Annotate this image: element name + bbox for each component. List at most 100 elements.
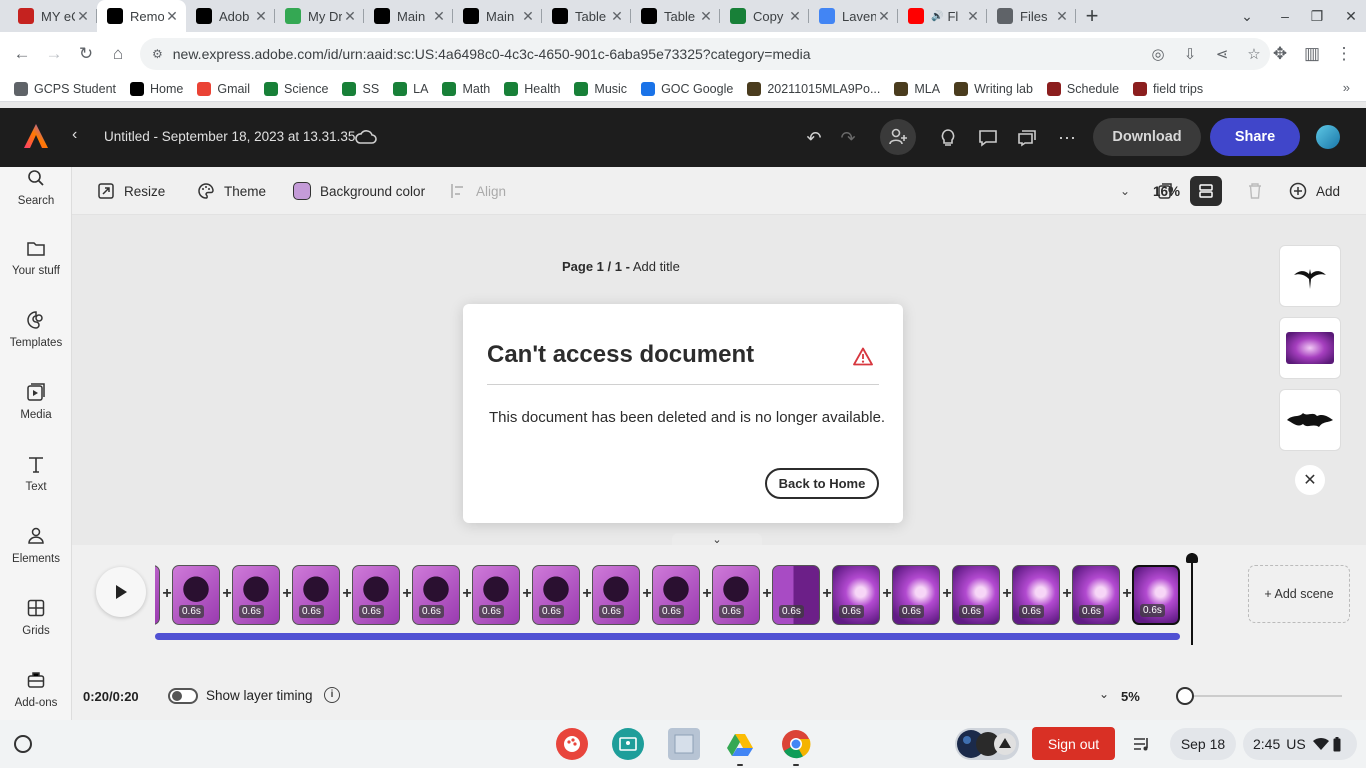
bookmark-item[interactable]: Gmail (197, 81, 250, 96)
browser-tab[interactable]: Remo ✕ (97, 0, 186, 32)
site-info-icon[interactable]: ⚙ (152, 47, 163, 61)
tab-close-icon[interactable]: ✕ (75, 8, 91, 25)
rail-item-elements[interactable]: Elements (0, 525, 72, 585)
close-panel-icon[interactable]: ✕ (1295, 465, 1325, 495)
home-icon[interactable]: ⌂ (102, 38, 134, 70)
present-icon[interactable] (1013, 124, 1041, 152)
browser-tab[interactable]: My Dr ✕ (275, 0, 364, 32)
tab-close-icon[interactable]: ✕ (787, 8, 803, 25)
media-controls-icon[interactable] (1130, 732, 1154, 756)
tab-close-icon[interactable]: ✕ (876, 8, 892, 25)
status-area[interactable]: 2:45 US (1243, 728, 1357, 760)
timeline-zoom-slider[interactable] (1186, 695, 1342, 697)
back-chevron-icon[interactable]: ‹ (72, 126, 77, 144)
lightbulb-icon[interactable] (934, 124, 962, 152)
rail-item-text[interactable]: Text (0, 453, 72, 513)
bookmark-item[interactable]: Home (130, 81, 183, 96)
tab-close-icon[interactable]: ✕ (164, 8, 180, 25)
audio-playing-icon[interactable]: 🔊 (931, 11, 943, 22)
scene-thumbnail[interactable]: 0.6s (1132, 565, 1180, 625)
scene-thumbnail[interactable]: 0.6s (155, 565, 160, 625)
date-display[interactable]: Sep 18 (1170, 728, 1236, 760)
browser-tab[interactable]: Laven ✕ (809, 0, 898, 32)
scene-thumbnail[interactable]: 0.6s (532, 565, 580, 625)
align-button[interactable]: Align (448, 181, 506, 201)
bookmark-item[interactable]: GOC Google (641, 81, 733, 96)
reload-icon[interactable]: ↻ (70, 38, 102, 70)
add-title-link[interactable]: Add title (633, 259, 680, 274)
rail-item-grids[interactable]: Grids (0, 597, 72, 657)
browser-tab[interactable]: Copy ✕ (720, 0, 809, 32)
scene-thumbnail[interactable]: 0.6s (892, 565, 940, 625)
classroom-app-icon[interactable] (612, 728, 644, 760)
browser-tab[interactable]: 🔊 Fl ✕ (898, 0, 987, 32)
bookmark-item[interactable]: LA (393, 81, 428, 96)
bookmark-item[interactable]: Math (442, 81, 490, 96)
bookmark-item[interactable]: Health (504, 81, 560, 96)
camera-blocked-icon[interactable]: ◎ (1142, 45, 1174, 63)
browser-tab[interactable]: Main ✕ (453, 0, 542, 32)
back-icon[interactable]: ← (6, 38, 38, 70)
new-tab-button[interactable]: + (1076, 0, 1108, 32)
install-app-icon[interactable]: ⇩ (1174, 45, 1206, 63)
layer-thumb-purple[interactable] (1279, 317, 1341, 379)
tab-close-icon[interactable]: ✕ (253, 8, 269, 25)
launcher-icon[interactable] (14, 735, 32, 753)
timeline-zoom-chevron-icon[interactable]: ⌄ (1099, 687, 1109, 701)
rail-item-your-stuff[interactable]: Your stuff (0, 237, 72, 297)
tab-close-icon[interactable]: ✕ (520, 8, 536, 25)
tab-close-icon[interactable]: ✕ (698, 8, 714, 25)
scene-thumbnail[interactable]: 0.6s (292, 565, 340, 625)
scene-thumbnail[interactable]: 0.6s (652, 565, 700, 625)
browser-tab[interactable]: Table ✕ (542, 0, 631, 32)
chrome-menu-icon[interactable]: ⋮ (1328, 38, 1360, 70)
bookmark-item[interactable]: 20211015MLA9Po... (747, 81, 880, 96)
share-page-icon[interactable]: ⋖ (1206, 45, 1238, 63)
layer-thumb-bird[interactable] (1279, 245, 1341, 307)
address-bar[interactable]: ⚙ new.express.adobe.com/id/urn:aaid:sc:U… (140, 38, 1270, 70)
scene-thumbnail[interactable]: 0.6s (232, 565, 280, 625)
tab-close-icon[interactable]: ✕ (965, 8, 981, 25)
scene-thumbnail[interactable]: 0.6s (1072, 565, 1120, 625)
delete-icon[interactable] (1239, 176, 1271, 206)
browser-tab[interactable]: MY eC✕ (8, 0, 97, 32)
scene-thumbnail[interactable]: 0.6s (952, 565, 1000, 625)
undo-icon[interactable]: ↶ (800, 124, 828, 152)
bookmark-item[interactable]: Writing lab (954, 81, 1033, 96)
extensions-icon[interactable]: ✥ (1264, 38, 1296, 70)
pages-icon[interactable] (1149, 176, 1181, 206)
more-options-icon[interactable]: ⋯ (1053, 124, 1081, 152)
more-bookmarks-icon[interactable]: » (1343, 80, 1350, 95)
google-drive-app-icon[interactable] (724, 728, 756, 766)
scene-thumbnail[interactable]: 0.6s (412, 565, 460, 625)
tab-close-icon[interactable]: ✕ (1054, 8, 1070, 25)
comment-icon[interactable] (974, 124, 1002, 152)
tab-close-icon[interactable]: ✕ (342, 8, 358, 25)
rail-item-media[interactable]: Media (0, 381, 72, 441)
bookmark-item[interactable]: field trips (1133, 81, 1203, 96)
browser-tab[interactable]: Adob ✕ (186, 0, 275, 32)
bookmark-item[interactable]: Schedule (1046, 81, 1119, 96)
bookmark-item[interactable]: Music (574, 81, 627, 96)
zoom-dropdown-icon[interactable]: ⌄ (1109, 176, 1141, 206)
timeline-zoom-slider-thumb[interactable] (1176, 687, 1194, 705)
scene-thumbnail[interactable]: 0.6s (352, 565, 400, 625)
document-title[interactable]: Untitled - September 18, 2023 at 13.31.3… (104, 129, 355, 144)
scene-thumbnail[interactable]: 0.6s (1012, 565, 1060, 625)
info-icon[interactable]: i (324, 687, 340, 703)
add-scene-button[interactable]: + Add scene (1248, 565, 1350, 623)
canvas-app-icon[interactable] (556, 728, 588, 760)
sign-out-button[interactable]: Sign out (1032, 727, 1115, 760)
tab-search-icon[interactable]: ⌄ (1230, 0, 1264, 32)
side-panel-icon[interactable]: ▥ (1296, 38, 1328, 70)
tab-close-icon[interactable]: ✕ (609, 8, 625, 25)
avatar[interactable] (1316, 125, 1340, 149)
resize-button[interactable]: Resize (96, 181, 165, 201)
scene-thumbnail[interactable]: 0.6s (592, 565, 640, 625)
browser-tab[interactable]: Files ✕ (987, 0, 1076, 32)
bookmark-item[interactable]: GCPS Student (14, 81, 116, 96)
back-to-home-button[interactable]: Back to Home (765, 468, 879, 499)
download-button[interactable]: Download (1093, 118, 1201, 156)
share-button[interactable]: Share (1210, 118, 1300, 156)
restore-icon[interactable]: ❐ (1300, 0, 1334, 32)
